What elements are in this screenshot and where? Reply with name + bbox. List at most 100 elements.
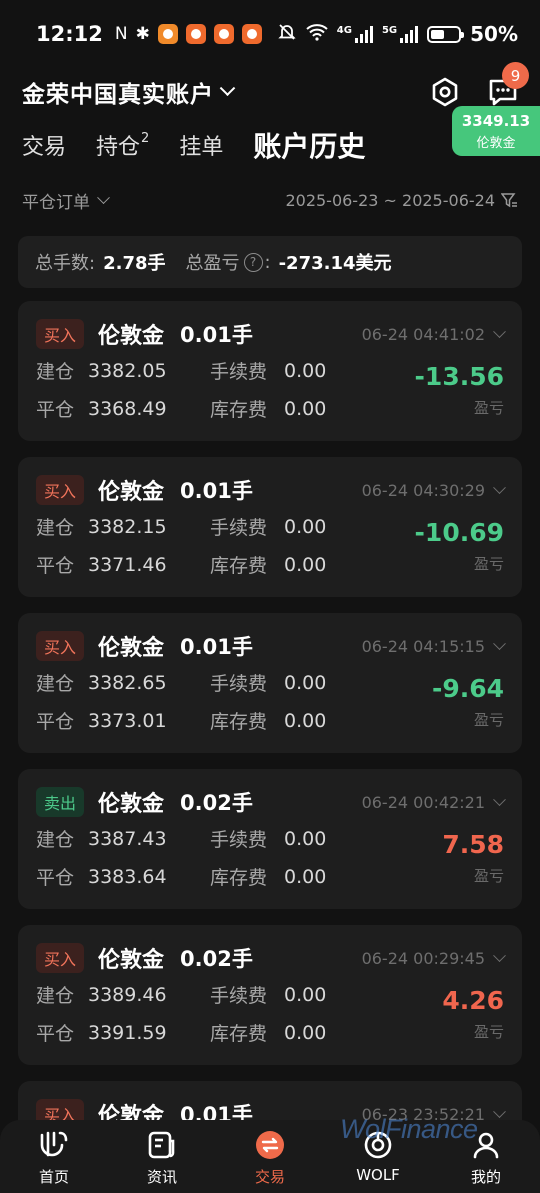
close-label: 平仓 — [36, 867, 75, 889]
order-header: 买入 伦敦金 0.01手 06-24 04:30:29 — [36, 475, 506, 505]
tab-trade[interactable]: 交易 — [22, 129, 66, 161]
fee-value: 0.00 — [284, 671, 327, 694]
positions-count: 2 — [141, 130, 150, 146]
wifi-icon — [306, 22, 328, 46]
order-time[interactable]: 06-24 04:15:15 — [362, 636, 506, 656]
order-symbol: 伦敦金 — [98, 948, 165, 973]
order-header: 卖出 伦敦金 0.02手 06-24 00:42:21 — [36, 787, 506, 817]
chevron-down-icon[interactable] — [493, 792, 506, 806]
status-bar: 12:12 N ✱ 4G 5G 50% — [0, 0, 540, 68]
pnl-label: 盈亏 — [473, 710, 504, 729]
filter-row: 平仓订单 2025-06-23 ~ 2025-06-24 — [0, 174, 540, 226]
order-time[interactable]: 06-24 04:30:29 — [362, 480, 506, 500]
cell-signal-icon: 4G — [337, 25, 373, 43]
message-count-badge: 9 — [502, 62, 529, 89]
order-symbol: 伦敦金 — [98, 324, 165, 349]
trade-icon — [253, 1128, 287, 1162]
pnl-label: 盈亏 — [473, 866, 504, 885]
order-time[interactable]: 06-24 04:41:02 — [362, 324, 506, 344]
order-time[interactable]: 06-24 00:29:45 — [362, 948, 506, 968]
home-logo-icon — [37, 1128, 71, 1162]
weibo-notification-icon — [185, 24, 206, 44]
tab-positions[interactable]: 持仓2 — [96, 129, 149, 161]
fee-label: 手续费 — [210, 673, 268, 695]
pnl-amount: -13.56 — [414, 361, 504, 391]
fee-label: 手续费 — [210, 829, 268, 851]
order-card[interactable]: 买入 伦敦金 0.01手 06-24 04:41:02 建仓 3382.05 手… — [18, 301, 522, 441]
nav-trade[interactable]: 交易 — [216, 1120, 324, 1193]
settings-button[interactable] — [427, 74, 463, 110]
pnl-amount: -9.64 — [431, 673, 504, 703]
tab-account-history[interactable]: 账户历史 — [253, 125, 365, 165]
status-time: 12:12 — [36, 22, 103, 46]
close-price: 3368.49 — [88, 397, 167, 420]
order-header: 买入 伦敦金 0.01手 06-24 04:41:02 — [36, 319, 506, 349]
nav-home[interactable]: 首页 — [0, 1120, 108, 1193]
pnl-label: 盈亏 — [473, 398, 504, 417]
close-label: 平仓 — [36, 1023, 75, 1045]
order-body: 建仓 3387.43 手续费 0.00 平仓 3383.64 库存费 0.00 … — [36, 825, 504, 890]
order-time[interactable]: 06-24 00:42:21 — [362, 792, 506, 812]
order-pnl: -13.56 盈亏 — [415, 357, 504, 422]
open-label: 建仓 — [36, 985, 75, 1007]
weibo-notification-icon — [241, 24, 262, 44]
total-lots-label: 总手数: — [35, 253, 96, 274]
order-lots: 0.01手 — [180, 323, 253, 347]
date-range-filter[interactable]: 2025-06-23 ~ 2025-06-24 — [285, 191, 518, 210]
order-side-badge: 买入 — [36, 943, 85, 973]
order-card[interactable]: 买入 伦敦金 0.01手 06-24 04:30:29 建仓 3382.15 手… — [18, 457, 522, 597]
history-summary: 总手数: 2.78手 总盈亏 ? : -273.14美元 — [18, 236, 522, 288]
news-icon — [145, 1128, 179, 1162]
chevron-down-icon[interactable] — [493, 324, 506, 338]
total-pnl-separator: : — [264, 251, 271, 273]
pnl-amount: 7.58 — [442, 829, 504, 859]
open-label: 建仓 — [36, 361, 75, 383]
open-label: 建仓 — [36, 829, 75, 851]
order-pnl: 7.58 盈亏 — [442, 825, 504, 890]
fee-value: 0.00 — [284, 827, 327, 850]
chevron-down-icon[interactable] — [493, 1104, 506, 1118]
order-symbol: 伦敦金 — [98, 480, 165, 505]
mute-icon — [277, 22, 297, 47]
order-symbol: 伦敦金 — [98, 636, 165, 661]
pnl-amount: 4.26 — [442, 985, 504, 1015]
hexagon-settings-icon — [432, 77, 458, 107]
pnl-amount: -10.69 — [414, 517, 504, 547]
order-body: 建仓 3382.15 手续费 0.00 平仓 3371.46 库存费 0.00 … — [36, 513, 504, 578]
order-lots: 0.01手 — [180, 635, 253, 659]
account-selector[interactable]: 金荣中国真实账户 — [22, 75, 214, 109]
chevron-down-icon[interactable] — [97, 190, 110, 204]
chevron-down-icon[interactable] — [219, 79, 236, 96]
order-body: 建仓 3389.46 手续费 0.00 平仓 3391.59 库存费 0.00 … — [36, 981, 504, 1046]
nav-news[interactable]: 资讯 — [108, 1120, 216, 1193]
order-card[interactable]: 卖出 伦敦金 0.02手 06-24 00:42:21 建仓 3387.43 手… — [18, 769, 522, 909]
price-chip[interactable]: 3349.13 伦敦金 — [452, 106, 540, 156]
tab-pending-orders[interactable]: 挂单 — [179, 129, 223, 161]
order-header: 买入 伦敦金 0.01手 06-24 04:15:15 — [36, 631, 506, 661]
date-range-text: 2025-06-23 ~ 2025-06-24 — [285, 190, 495, 210]
help-icon[interactable]: ? — [243, 252, 263, 272]
order-header: 买入 伦敦金 0.02手 06-24 00:29:45 — [36, 943, 506, 973]
order-type-filter[interactable]: 平仓订单 — [22, 188, 90, 213]
pnl-label: 盈亏 — [473, 554, 504, 573]
close-price: 3371.46 — [88, 553, 167, 576]
order-card[interactable]: 买入 伦敦金 0.01手 06-24 04:15:15 建仓 3382.65 手… — [18, 613, 522, 753]
fee-value: 0.00 — [284, 359, 327, 382]
order-side-badge: 卖出 — [36, 787, 85, 817]
open-label: 建仓 — [36, 517, 75, 539]
close-price: 3391.59 — [88, 1021, 167, 1044]
open-price: 3389.46 — [88, 983, 167, 1006]
swap-value: 0.00 — [284, 397, 327, 420]
total-pnl-value: -273.14美元 — [278, 253, 392, 274]
chevron-down-icon[interactable] — [493, 948, 506, 962]
open-price: 3387.43 — [88, 827, 167, 850]
order-pnl: -9.64 盈亏 — [432, 669, 504, 734]
open-label: 建仓 — [36, 673, 75, 695]
order-card[interactable]: 买入 伦敦金 0.02手 06-24 00:29:45 建仓 3389.46 手… — [18, 925, 522, 1065]
close-label: 平仓 — [36, 399, 75, 421]
chevron-down-icon[interactable] — [493, 636, 506, 650]
swap-label: 库存费 — [210, 399, 268, 421]
fee-value: 0.00 — [284, 515, 327, 538]
chevron-down-icon[interactable] — [493, 480, 506, 494]
nfc-icon: N — [114, 24, 128, 44]
